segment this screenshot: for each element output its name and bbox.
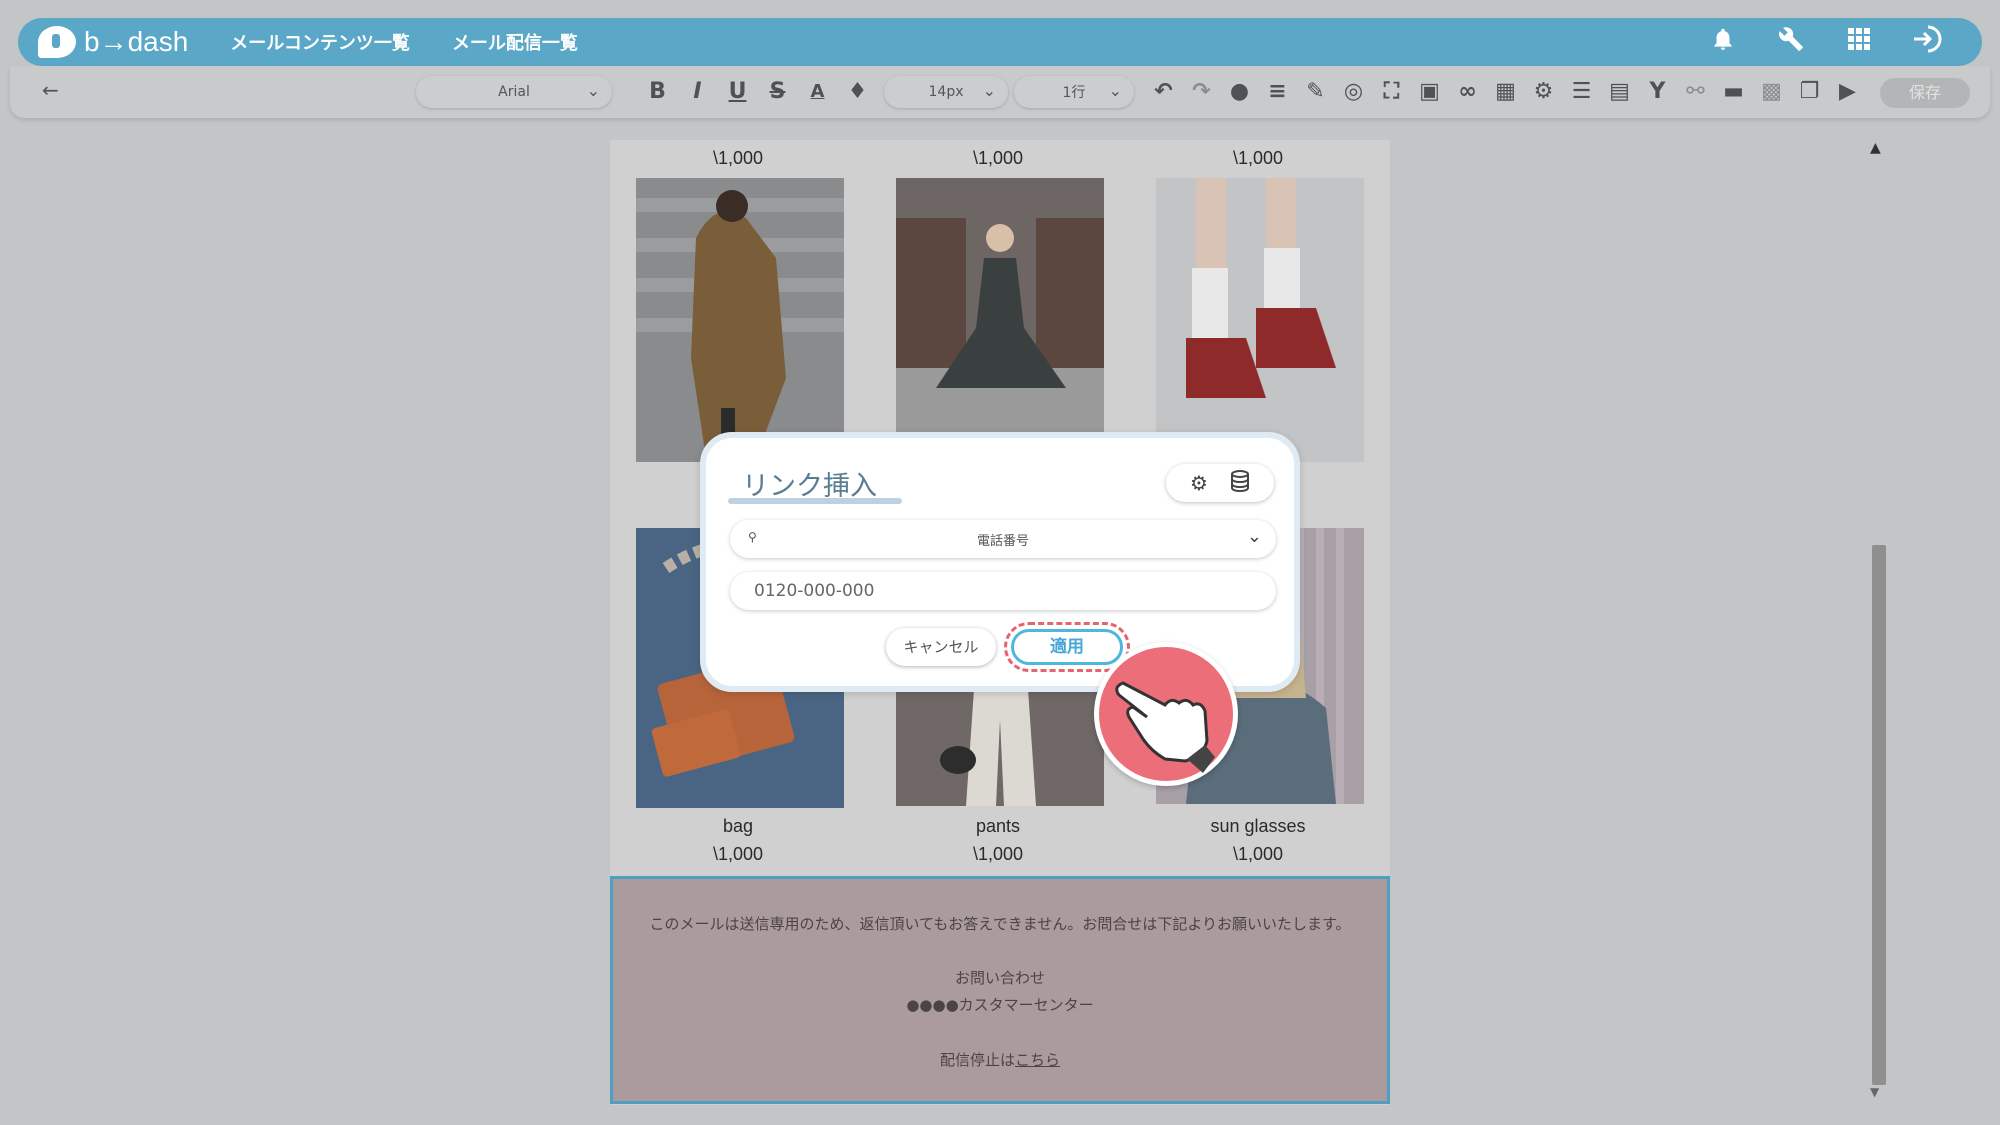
nav-mail-delivery[interactable]: メール配信一覧 [452, 29, 578, 55]
chevron-down-icon: ⌄ [586, 81, 600, 100]
wrench-icon[interactable] [1776, 26, 1806, 59]
logo-text: b→dash [84, 26, 189, 57]
product-price: \1,000 [1232, 844, 1284, 864]
dialog-tools: ⚙ [1166, 464, 1274, 502]
phone-number-input[interactable] [730, 572, 1276, 610]
app-header: b→dash メールコンテンツ一覧 メール配信一覧 [18, 18, 1982, 66]
dialog-title: リンク挿入 [742, 471, 877, 502]
logo-icon [38, 26, 76, 58]
person-icon[interactable]: ▩ [1758, 78, 1785, 106]
chevron-down-icon: ⌄ [1108, 81, 1122, 100]
underline-icon[interactable]: U [724, 78, 751, 106]
editor-toolbar: ← Arial ⌄ B I U S A ♦ 14px ⌄ 1行 ⌄ ↶ ↷ ● … [10, 66, 1990, 118]
font-color-icon[interactable]: A [804, 78, 831, 106]
save-button[interactable]: 保存 [1880, 78, 1970, 108]
chevron-down-icon: ⌄ [1246, 526, 1262, 547]
strikethrough-icon[interactable]: S [764, 78, 791, 106]
align-icon[interactable]: ≡ [1264, 78, 1291, 106]
link-setting-icon[interactable]: ⚯ [1682, 78, 1709, 106]
footer-center-name: ●●●●カスタマーセンター [906, 996, 1094, 1014]
header-icons [1708, 18, 1942, 66]
chevron-down-icon: ⌄ [982, 81, 996, 100]
gears-icon[interactable]: ⚙ [1190, 471, 1208, 495]
cancel-button[interactable]: キャンセル [886, 628, 996, 666]
redo-icon[interactable]: ↷ [1188, 78, 1215, 106]
bold-icon[interactable]: B [644, 78, 671, 106]
line-height-select[interactable]: 1行 ⌄ [1014, 76, 1134, 108]
image-icon[interactable]: ▣ [1416, 78, 1443, 106]
brand-logo[interactable]: b→dash [38, 26, 188, 58]
note-icon[interactable]: ▤ [1606, 78, 1633, 106]
scroll-down-arrow-icon[interactable]: ▼ [1870, 1085, 1879, 1099]
footer-notice: このメールは送信専用のため、返信頂いてもお答えできません。お問合せは下記よりお願… [649, 915, 1351, 933]
product-name: sun glasses [1210, 816, 1306, 836]
back-arrow-icon[interactable]: ← [42, 78, 59, 102]
email-footer-block[interactable]: このメールは送信専用のため、返信頂いてもお答えできません。お問合せは下記よりお願… [610, 876, 1390, 1104]
highlight-icon[interactable]: ♦ [844, 78, 871, 106]
product-image-sneakers[interactable] [1156, 178, 1364, 462]
font-family-value: Arial [498, 84, 530, 100]
italic-icon[interactable]: I [684, 78, 711, 106]
scroll-thumb[interactable] [1872, 545, 1886, 1085]
divider-icon[interactable]: ▬ [1720, 78, 1747, 106]
footer-contact-label: お問い合わせ [954, 969, 1045, 987]
link-type-value: 電話番号 [976, 534, 1029, 549]
vertical-scrollbar[interactable]: ▲ ▼ [1870, 140, 1888, 1105]
logout-icon[interactable] [1912, 25, 1942, 60]
undo-icon[interactable]: ↶ [1150, 78, 1177, 106]
line-height-value: 1行 [1062, 85, 1086, 101]
footer-unsubscribe: 配信停止はこちら [613, 1049, 1387, 1070]
link-icon[interactable]: ∞ [1454, 78, 1481, 106]
product-price: \1,000 [972, 844, 1024, 864]
unsubscribe-link[interactable]: こちら [1015, 1051, 1060, 1069]
product-price: \1,000 [712, 844, 764, 864]
format-icons: B I U S A ♦ [644, 78, 871, 106]
database-icon[interactable]: ☰ [1568, 78, 1595, 106]
palette-icon[interactable]: ● [1226, 78, 1253, 106]
video-icon[interactable]: ▶ [1834, 78, 1861, 106]
product-price: \1,000 [972, 148, 1024, 168]
database-icon[interactable] [1230, 469, 1250, 497]
font-size-value: 14px [928, 84, 964, 100]
unsubscribe-prefix: 配信停止は [939, 1051, 1015, 1069]
product-image-coat[interactable] [636, 178, 844, 462]
font-size-select[interactable]: 14px ⌄ [884, 76, 1008, 108]
calendar-icon[interactable]: ▦ [1492, 78, 1519, 106]
action-icons: ↶ ↷ ● ≡ ✎ ◎ ⛶ ▣ ∞ ▦ ⚙ ☰ ▤ Y ⚯ ▬ ▩ ❐ ▶ [1150, 78, 1861, 106]
scroll-up-arrow-icon[interactable]: ▲ [1870, 140, 1881, 156]
nav-mail-contents[interactable]: メールコンテンツ一覧 [230, 29, 410, 55]
pointer-hand-icon [1094, 642, 1238, 786]
product-price: \1,000 [712, 148, 764, 168]
template-icon[interactable]: ❐ [1796, 78, 1823, 106]
grid-icon[interactable] [1844, 27, 1874, 58]
branch-icon[interactable]: Y [1644, 78, 1671, 106]
link-type-select[interactable]: ⚲ 電話番号 ⌄ [730, 520, 1276, 558]
font-family-select[interactable]: Arial ⌄ [416, 76, 612, 108]
product-name: bag [722, 816, 754, 836]
product-price: \1,000 [1232, 148, 1284, 168]
pen-icon[interactable]: ✎ [1302, 78, 1329, 106]
product-image-dress[interactable] [896, 178, 1104, 434]
fullscreen-icon[interactable]: ⛶ [1378, 78, 1405, 106]
gears-icon[interactable]: ⚙ [1530, 78, 1557, 106]
product-name: pants [975, 816, 1021, 836]
bell-icon[interactable] [1708, 26, 1738, 59]
target-icon[interactable]: ◎ [1340, 78, 1367, 106]
